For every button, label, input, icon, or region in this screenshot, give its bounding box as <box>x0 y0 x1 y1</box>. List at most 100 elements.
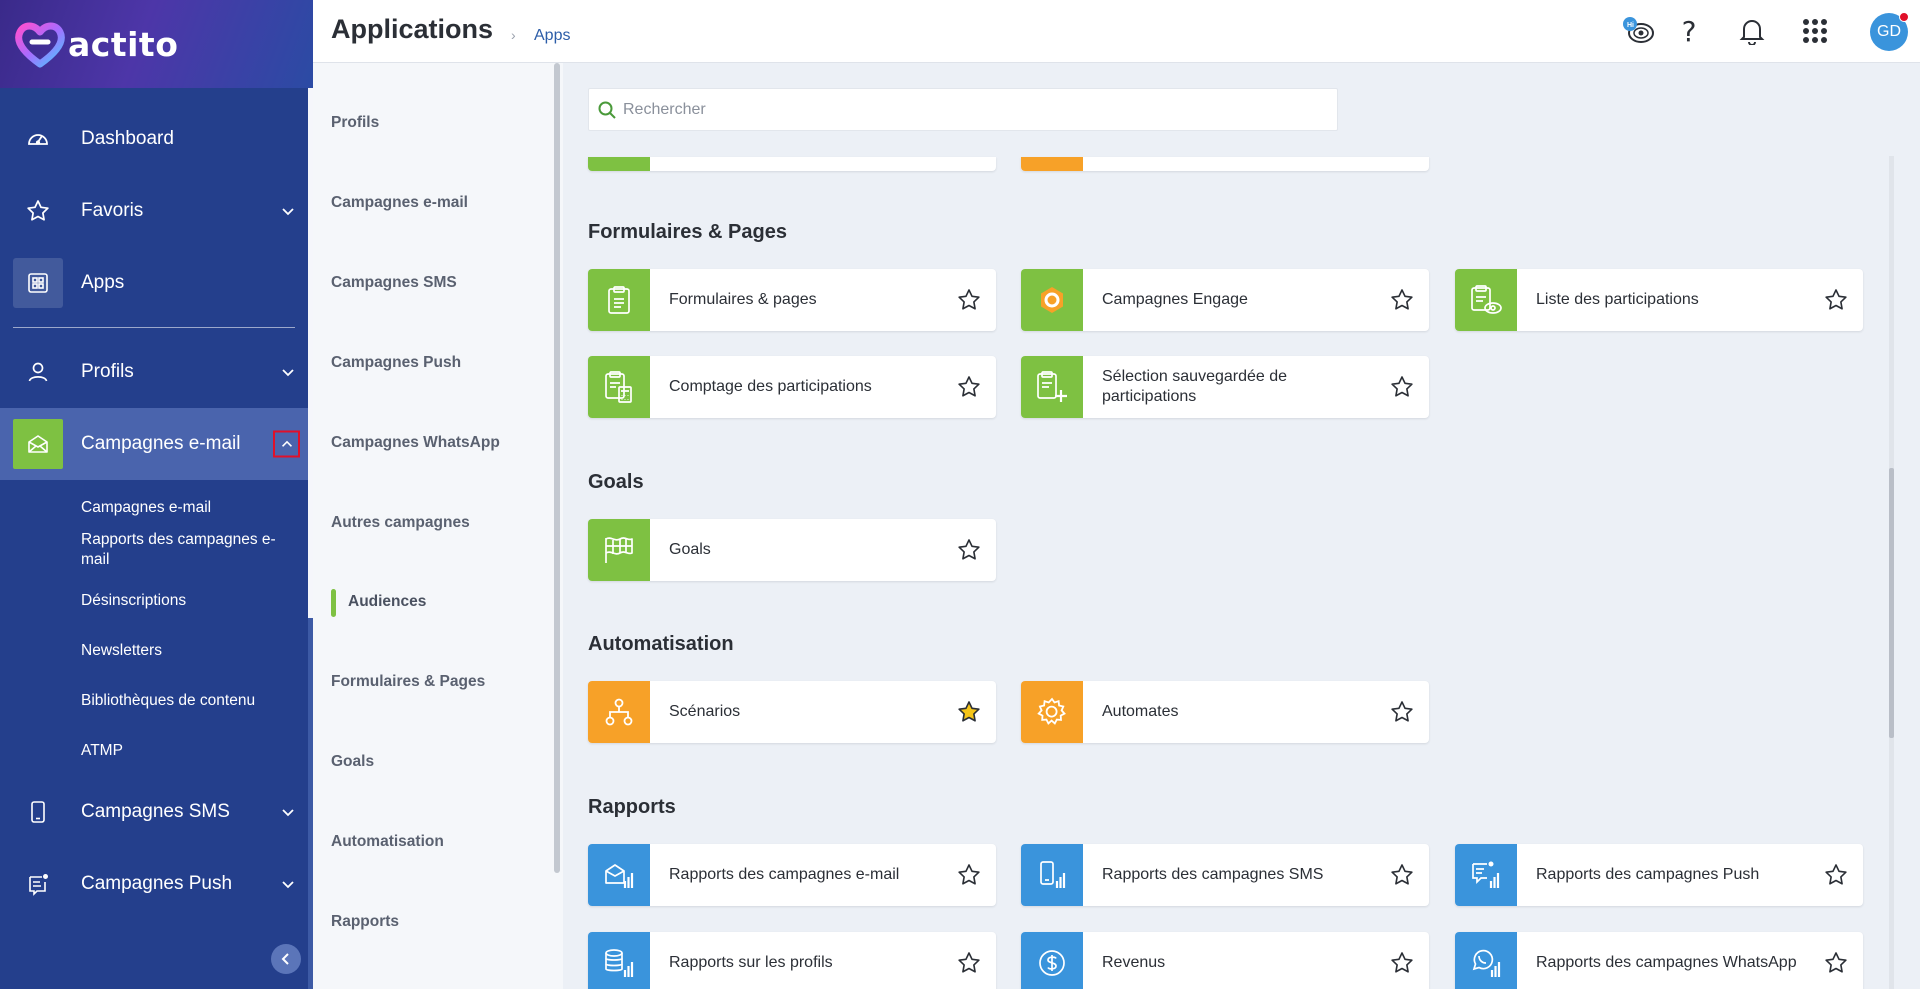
clipboard-calculator-icon <box>588 356 650 418</box>
logo[interactable]: actito <box>0 0 313 88</box>
content-scrollbar-thumb[interactable] <box>1889 468 1894 738</box>
favorite-star-icon[interactable] <box>1823 287 1849 313</box>
chevron-down-icon[interactable] <box>279 363 297 381</box>
page-title: Applications <box>331 14 494 44</box>
search-input[interactable] <box>623 89 1323 130</box>
app-card-partial[interactable] <box>588 157 996 171</box>
favorite-star-icon[interactable] <box>1823 862 1849 888</box>
sidebar-item-campagnes-email[interactable]: Campagnes e-mail <box>0 408 313 480</box>
app-card-label: Sélection sauvegardée de participations <box>1102 368 1288 405</box>
category-campagnes-push[interactable]: Campagnes Push <box>331 354 461 372</box>
submenu-item[interactable]: Rapports des campagnes e-mail <box>0 530 313 570</box>
sidebar-item-apps[interactable]: Apps <box>0 247 313 319</box>
favorite-star-icon[interactable] <box>1389 287 1415 313</box>
app-card-scenarios[interactable]: Scénarios <box>588 681 996 743</box>
app-card-revenus[interactable]: Revenus <box>1021 932 1429 989</box>
app-card-liste-participations[interactable]: Liste des participations <box>1455 269 1863 331</box>
breadcrumb-separator: › <box>511 27 516 43</box>
favorite-star-icon[interactable] <box>956 862 982 888</box>
submenu-item[interactable]: ATMP <box>0 741 313 761</box>
gear-icon <box>1021 681 1083 743</box>
favorite-star-icon[interactable] <box>956 950 982 976</box>
logo-text: actito <box>68 24 179 64</box>
favorite-star-icon[interactable] <box>1389 950 1415 976</box>
sidebar-item-label: Profils <box>81 361 134 382</box>
apps-content: Formulaires & Pages Formulaires & pages … <box>563 63 1920 989</box>
help-button[interactable]: ? <box>1672 14 1706 48</box>
sms-report-icon <box>1021 844 1083 906</box>
app-card-comptage-participations[interactable]: Comptage des participations <box>588 356 996 418</box>
chevron-down-icon[interactable] <box>279 803 297 821</box>
submenu-item[interactable]: Newsletters <box>0 641 313 661</box>
sidebar-item-favoris[interactable]: Favoris <box>0 175 313 247</box>
submenu-item[interactable]: Bibliothèques de contenu <box>0 691 313 711</box>
assistant-button[interactable]: Hi <box>1621 14 1655 48</box>
app-card-rapports-sms[interactable]: Rapports des campagnes SMS <box>1021 844 1429 906</box>
category-formulaires-pages[interactable]: Formulaires & Pages <box>331 673 485 691</box>
favorite-star-icon[interactable] <box>1823 950 1849 976</box>
favorite-star-icon[interactable] <box>1389 699 1415 725</box>
app-card-rapports-profils[interactable]: Rapports sur les profils <box>588 932 996 989</box>
chevron-down-icon[interactable] <box>279 202 297 220</box>
notifications-button[interactable] <box>1735 14 1769 48</box>
app-card-label: Automates <box>1102 703 1179 720</box>
app-card-rapports-push[interactable]: Rapports des campagnes Push <box>1455 844 1863 906</box>
app-card-label: Liste des participations <box>1536 291 1699 308</box>
category-rapports[interactable]: Rapports <box>331 913 399 931</box>
category-panel: Profils Campagnes e-mail Campagnes SMS C… <box>313 63 563 989</box>
favorite-star-icon[interactable] <box>1389 862 1415 888</box>
sidebar-item-profils[interactable]: Profils <box>0 336 313 408</box>
submenu-item[interactable]: Désinscriptions <box>0 591 313 611</box>
collapse-submenu-button[interactable] <box>273 430 300 458</box>
app-card-automates[interactable]: Automates <box>1021 681 1429 743</box>
category-profils[interactable]: Profils <box>331 114 379 132</box>
sidebar-item-campagnes-push[interactable]: Campagnes Push <box>0 848 313 920</box>
submenu-campagnes-email: Campagnes e-mail Rapports des campagnes … <box>0 480 313 761</box>
favorite-star-icon[interactable] <box>956 537 982 563</box>
sidebar-item-label: Campagnes SMS <box>81 801 230 822</box>
avatar[interactable]: GD <box>1870 12 1909 51</box>
sidebar-item-dashboard[interactable]: Dashboard <box>0 103 313 175</box>
gauge-icon <box>24 125 52 153</box>
push-message-icon <box>24 870 52 898</box>
section-title-rapports: Rapports <box>588 796 676 818</box>
collapse-sidebar-button[interactable] <box>271 944 301 974</box>
app-card-label: Campagnes Engage <box>1102 291 1248 308</box>
app-card-goals[interactable]: Goals <box>588 519 996 581</box>
category-campagnes-sms[interactable]: Campagnes SMS <box>331 274 457 292</box>
category-scrollbar[interactable] <box>554 63 560 873</box>
sidebar-item-label: Campagnes e-mail <box>81 433 241 454</box>
breadcrumb-apps[interactable]: Apps <box>534 27 570 45</box>
assistant-eye-icon <box>1623 17 1654 43</box>
section-title-goals: Goals <box>588 471 644 493</box>
favorite-star-icon[interactable] <box>956 287 982 313</box>
favorite-star-filled-icon[interactable] <box>956 699 982 725</box>
scenario-tree-icon <box>588 681 650 743</box>
app-card-rapports-whatsapp[interactable]: Rapports des campagnes WhatsApp <box>1455 932 1863 989</box>
category-audiences[interactable]: Audiences <box>331 589 426 617</box>
app-launcher-button[interactable] <box>1798 14 1832 48</box>
apps-grid-icon <box>13 258 63 308</box>
notification-dot <box>1899 12 1909 22</box>
submenu-item[interactable]: Campagnes e-mail <box>0 498 313 518</box>
category-automatisation[interactable]: Automatisation <box>331 833 444 851</box>
sidebar-item-campagnes-sms[interactable]: Campagnes SMS <box>0 776 313 848</box>
category-campagnes-whatsapp[interactable]: Campagnes WhatsApp <box>331 434 500 452</box>
flag-icon <box>588 519 650 581</box>
category-autres-campagnes[interactable]: Autres campagnes <box>331 514 470 532</box>
favorite-star-icon[interactable] <box>1389 374 1415 400</box>
favorite-star-icon[interactable] <box>956 374 982 400</box>
app-card-partial[interactable] <box>1021 157 1429 171</box>
chevron-down-icon[interactable] <box>279 875 297 893</box>
category-goals[interactable]: Goals <box>331 753 374 771</box>
top-bar: Applications › Apps Hi ? GD <box>313 0 1920 63</box>
category-campagnes-email[interactable]: Campagnes e-mail <box>331 194 468 212</box>
app-card-campagnes-engage[interactable]: Campagnes Engage <box>1021 269 1429 331</box>
app-card-formulaires-pages[interactable]: Formulaires & pages <box>588 269 996 331</box>
app-card-selection-participations[interactable]: Sélection sauvegardée de participations <box>1021 356 1429 418</box>
app-card-rapports-email[interactable]: Rapports des campagnes e-mail <box>588 844 996 906</box>
section-title-automatisation: Automatisation <box>588 633 734 655</box>
app-card-label: Rapports sur les profils <box>669 954 833 971</box>
section-title-formulaires: Formulaires & Pages <box>588 221 787 243</box>
avatar-initials: GD <box>1877 23 1901 40</box>
